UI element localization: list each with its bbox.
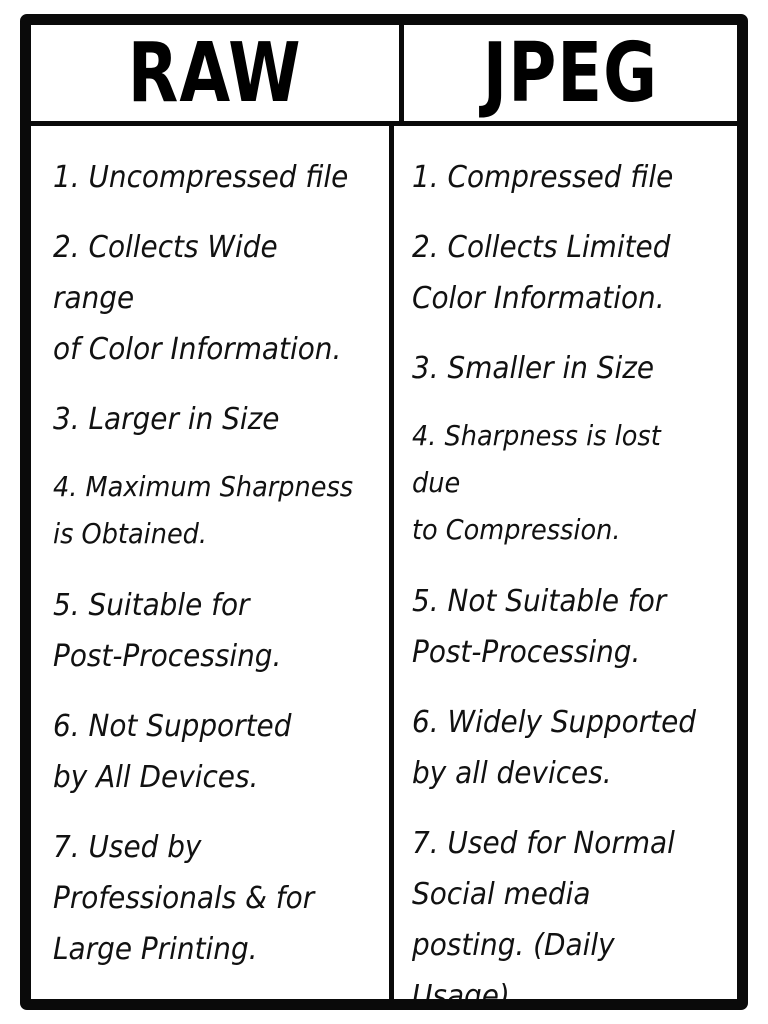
- list-item: 6. Not Supported by All Devices.: [53, 709, 292, 795]
- list-item: 1. Uncompressed file: [53, 160, 349, 195]
- list-item: 7. Used by Professionals & for Large Pri…: [53, 830, 315, 967]
- body-cell-jpeg: 1. Compressed file 2. Collects Limited C…: [394, 126, 737, 999]
- column-title-jpeg: JPEG: [482, 24, 659, 120]
- list-item: 5. Suitable for Post-Processing.: [53, 588, 282, 674]
- raw-feature-list: 1. Uncompressed file 2. Collects Wide ra…: [53, 152, 379, 975]
- list-item: 3. Smaller in Size: [412, 351, 655, 386]
- column-title-raw: RAW: [128, 24, 302, 120]
- list-item: 5. Not Suitable for Post-Processing.: [412, 584, 667, 670]
- list-item: 4. Maximum Sharpness is Obtained.: [53, 471, 354, 550]
- list-item: 7. Used for Normal Social media posting.…: [412, 826, 676, 1010]
- comparison-table-page: RAW JPEG 1. Uncompressed file 2. Collect…: [0, 0, 768, 1024]
- list-item: 2. Collects Limited Color Information.: [412, 230, 671, 316]
- list-item: 2. Collects Wide range of Color Informat…: [53, 230, 342, 367]
- list-item: 6. Widely Supported by all devices.: [412, 705, 697, 791]
- list-item: 1. Compressed file: [412, 160, 674, 195]
- list-item: 4. Sharpness is lost due to Compression.: [412, 420, 662, 546]
- header-cell-raw: RAW: [31, 25, 404, 121]
- table-body-row: 1. Uncompressed file 2. Collects Wide ra…: [31, 126, 737, 999]
- jpeg-feature-list: 1. Compressed file 2. Collects Limited C…: [412, 152, 731, 1010]
- comparison-table-frame: RAW JPEG 1. Uncompressed file 2. Collect…: [20, 14, 748, 1010]
- header-cell-jpeg: JPEG: [404, 25, 737, 121]
- body-cell-raw: 1. Uncompressed file 2. Collects Wide ra…: [31, 126, 395, 999]
- list-item: 3. Larger in Size: [53, 402, 280, 437]
- table-header-row: RAW JPEG: [31, 25, 737, 126]
